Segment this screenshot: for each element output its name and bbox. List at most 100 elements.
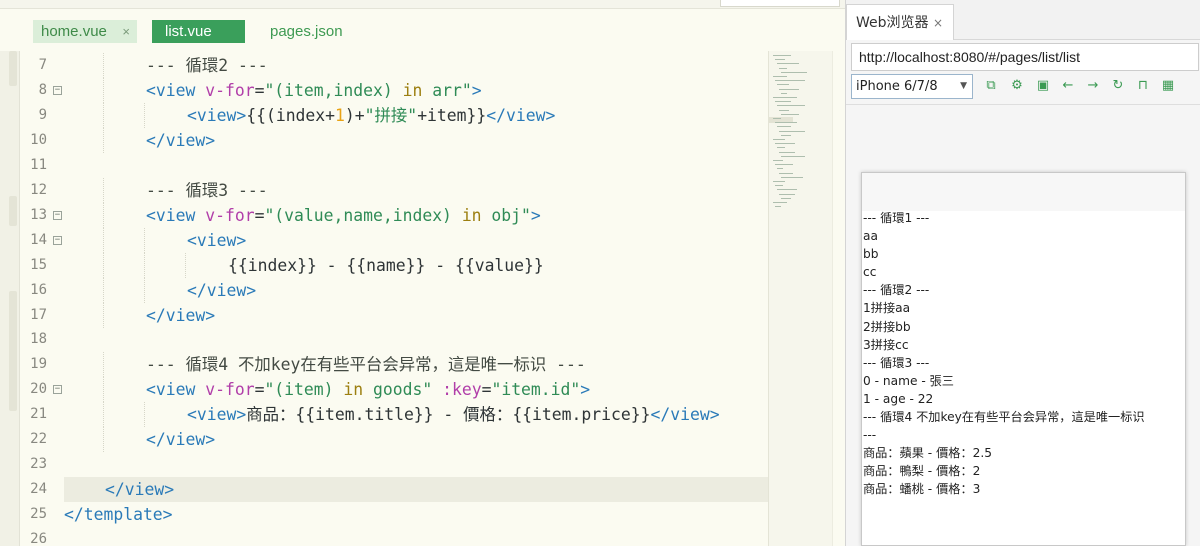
page-text-line: --- — [863, 428, 877, 443]
minimap-line — [779, 88, 799, 90]
code-line[interactable]: 7 --- 循環2 --- — [20, 53, 768, 78]
minimap-line — [775, 122, 797, 124]
chevron-down-icon: ▼ — [960, 81, 967, 91]
line-number: 17 — [30, 306, 47, 323]
code-token: = — [254, 80, 265, 100]
indent-guide — [103, 102, 104, 128]
code-token: v-for — [205, 205, 255, 225]
code-text: </view> — [105, 477, 174, 502]
editor-scrollbar[interactable] — [832, 51, 845, 546]
indent-guide — [144, 252, 145, 278]
screenshot-icon[interactable]: ▣ — [1033, 77, 1053, 95]
indent-guide — [185, 252, 186, 278]
code-token: obj" — [481, 205, 531, 225]
code-line[interactable]: 23 — [20, 452, 768, 477]
url-text: http://localhost:8080/#/pages/list/list — [859, 49, 1081, 65]
lock-icon[interactable]: ⊓ — [1133, 77, 1153, 95]
tab-web-browser[interactable]: Web浏览器 × — [846, 4, 954, 40]
code-token: <view> — [187, 405, 247, 425]
code-line[interactable]: 8− <view v-for="(item,index) in arr"> — [20, 77, 768, 103]
code-line[interactable]: 21 <view>商品：{{item.title}} - 價格：{{item.pr… — [20, 402, 768, 428]
page-text-line: --- 循環3 --- — [863, 355, 930, 370]
qrcode-icon[interactable]: ▦ — [1158, 77, 1178, 95]
code-line[interactable]: 14− <view> — [20, 227, 768, 253]
code-line[interactable]: 26 — [20, 527, 768, 546]
line-number: 22 — [30, 431, 47, 448]
line-number: 18 — [30, 331, 47, 348]
code-token: <view — [146, 80, 206, 100]
minimap-line — [775, 143, 795, 145]
minimap-line — [777, 189, 797, 191]
code-line[interactable]: 22 </view> — [20, 427, 768, 453]
code-token: <view> — [187, 230, 247, 250]
minimap-line — [775, 185, 783, 187]
code-line[interactable]: 15 {{index}} - {{name}} - {{value}} — [20, 252, 768, 278]
code-token: {{(index+ — [246, 105, 336, 125]
minimap-line — [773, 55, 791, 56]
line-number: 16 — [30, 281, 47, 298]
fold-toggle-icon[interactable]: − — [53, 85, 62, 95]
close-icon[interactable]: × — [933, 5, 943, 41]
fold-toggle-icon[interactable]: − — [53, 210, 62, 220]
code-token: = — [254, 205, 265, 225]
forward-icon[interactable]: → — [1083, 77, 1103, 95]
line-number: 24 — [30, 481, 47, 498]
code-line[interactable]: 17 </view> — [20, 302, 768, 328]
code-line[interactable]: 25 </template> — [20, 502, 768, 527]
code-line[interactable]: 10 </view> — [20, 127, 768, 153]
tab-label: list.vue — [165, 23, 212, 40]
tab-pages-json[interactable]: pages.json — [262, 20, 352, 43]
line-number: 23 — [30, 456, 47, 473]
minimap-line — [777, 126, 791, 128]
fold-toggle-icon[interactable]: − — [53, 385, 62, 395]
minimap-line — [773, 202, 787, 203]
line-number: 9 — [38, 106, 47, 123]
minimap-line — [773, 97, 797, 98]
indent-guide — [144, 277, 145, 303]
address-bar[interactable]: http://localhost:8080/#/pages/list/list — [851, 43, 1199, 71]
minimap-line — [781, 155, 805, 157]
refresh-icon[interactable]: ↻ — [1108, 77, 1128, 95]
indent-guide — [103, 302, 104, 328]
code-token: )+ — [344, 105, 365, 125]
line-number: 7 — [38, 57, 47, 73]
page-text-line: bb — [863, 247, 879, 262]
code-lines[interactable]: 7 --- 循環2 --- 8− <view v-for="(item,index) … — [20, 51, 768, 546]
code-token: "item.id" — [491, 380, 581, 400]
indent-guide — [103, 352, 104, 378]
code-line[interactable]: 19 --- 循環4 不加key在有些平台会异常，這是唯一标识 --- — [20, 352, 768, 378]
indent-guide — [103, 127, 104, 153]
minimap-line — [777, 84, 789, 86]
code-token: 商品：{{item.title}} - 價格：{{item.price}} — [246, 405, 651, 425]
minimap-line — [781, 134, 791, 136]
page-text-line: 2拼接bb — [863, 319, 911, 334]
tab-home-vue[interactable]: home.vue × — [33, 20, 137, 43]
code-token: "(item,index) — [264, 80, 403, 100]
code-line[interactable]: 9 <view>{{(index+1)+"拼接"+item}}</view> — [20, 102, 768, 128]
code-token: in — [343, 380, 364, 400]
back-icon[interactable]: ← — [1058, 77, 1078, 95]
fold-toggle-icon[interactable]: − — [53, 235, 62, 245]
code-line[interactable]: 13− <view v-for="(value,name,index) in ob… — [20, 202, 768, 228]
editor-tab-bar: home.vue × list.vue pages.json — [0, 9, 845, 51]
code-token: > — [530, 205, 541, 225]
page-content: --- 循環1 --- aa bb cc --- 循環2 --- 1拼接aa 2拼接bb 3拼… — [863, 209, 1185, 499]
minimap-line — [779, 172, 793, 174]
code-token: v-for — [205, 80, 255, 100]
open-external-icon[interactable]: ⧉ — [981, 77, 1001, 95]
device-select[interactable]: iPhone 6/7/8 ▼ — [851, 74, 973, 99]
close-icon[interactable]: × — [122, 20, 130, 43]
code-line[interactable]: 18 — [20, 327, 768, 352]
minimap-line — [781, 176, 803, 178]
code-token: {{index}} - {{name}} - {{value}} — [228, 255, 544, 275]
indent-guide — [144, 227, 145, 253]
code-line[interactable]: 24 </view> — [20, 477, 768, 503]
code-line[interactable]: 11 — [20, 153, 768, 178]
settings-icon[interactable]: ⚙ — [1007, 77, 1027, 95]
code-line[interactable]: 12 --- 循環3 --- — [20, 177, 768, 203]
minimap-line — [777, 168, 783, 170]
code-line[interactable]: 16 </view> — [20, 277, 768, 303]
code-line[interactable]: 20− <view v-for="(item) in goods" :key="i… — [20, 377, 768, 403]
tab-list-vue[interactable]: list.vue — [152, 20, 245, 43]
device-value: iPhone 6/7/8 — [856, 79, 938, 94]
